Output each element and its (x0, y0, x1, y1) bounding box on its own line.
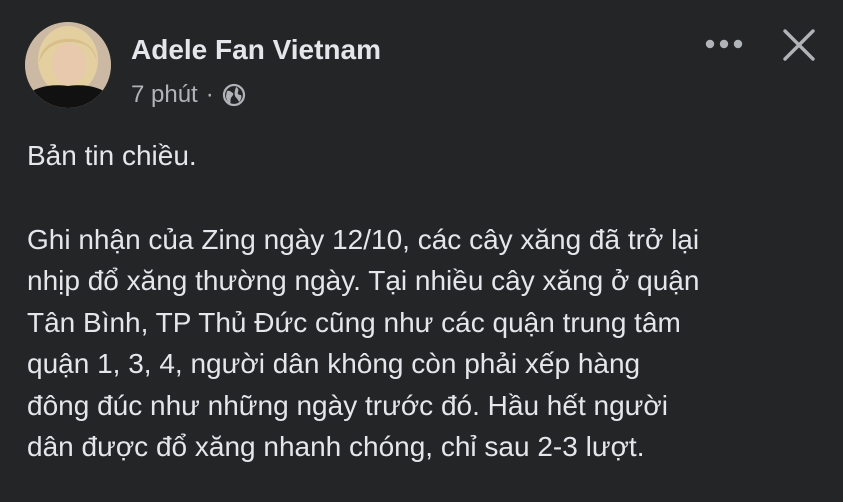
post-body-line: dân được đổ xăng nhanh chóng, chỉ sau 2-… (27, 431, 645, 462)
post-timestamp[interactable]: 7 phút (131, 81, 198, 109)
more-options-button[interactable] (700, 28, 748, 60)
post-body-line: Tân Bình, TP Thủ Đức cũng như các quận t… (27, 306, 681, 338)
post-body-line: đông đúc như những ngày trước đó. Hầu hế… (27, 389, 668, 421)
post-greeting: Bản tin chiều. (27, 140, 197, 171)
post-meta: 7 phút · (131, 80, 246, 110)
more-horizontal-icon (705, 39, 743, 49)
post-body-line: quận 1, 3, 4, người dân không còn phải x… (27, 348, 641, 379)
post-card: Adele Fan Vietnam 7 phút · Bản tin chiều… (0, 0, 843, 502)
close-icon (783, 29, 815, 61)
post-content: Bản tin chiều. Ghi nhận của Zing ngày 12… (27, 135, 827, 468)
close-button[interactable] (776, 22, 822, 68)
author-name[interactable]: Adele Fan Vietnam (131, 34, 381, 66)
avatar-image (25, 22, 111, 108)
post-body-line: Ghi nhận của Zing ngày 12/10, các cây xă… (27, 223, 700, 255)
globe-icon[interactable] (222, 83, 246, 107)
avatar[interactable] (25, 22, 111, 108)
post-body-line: nhịp đổ xăng thường ngày. Tại nhiều cây … (27, 265, 700, 296)
meta-separator: · (205, 81, 214, 108)
